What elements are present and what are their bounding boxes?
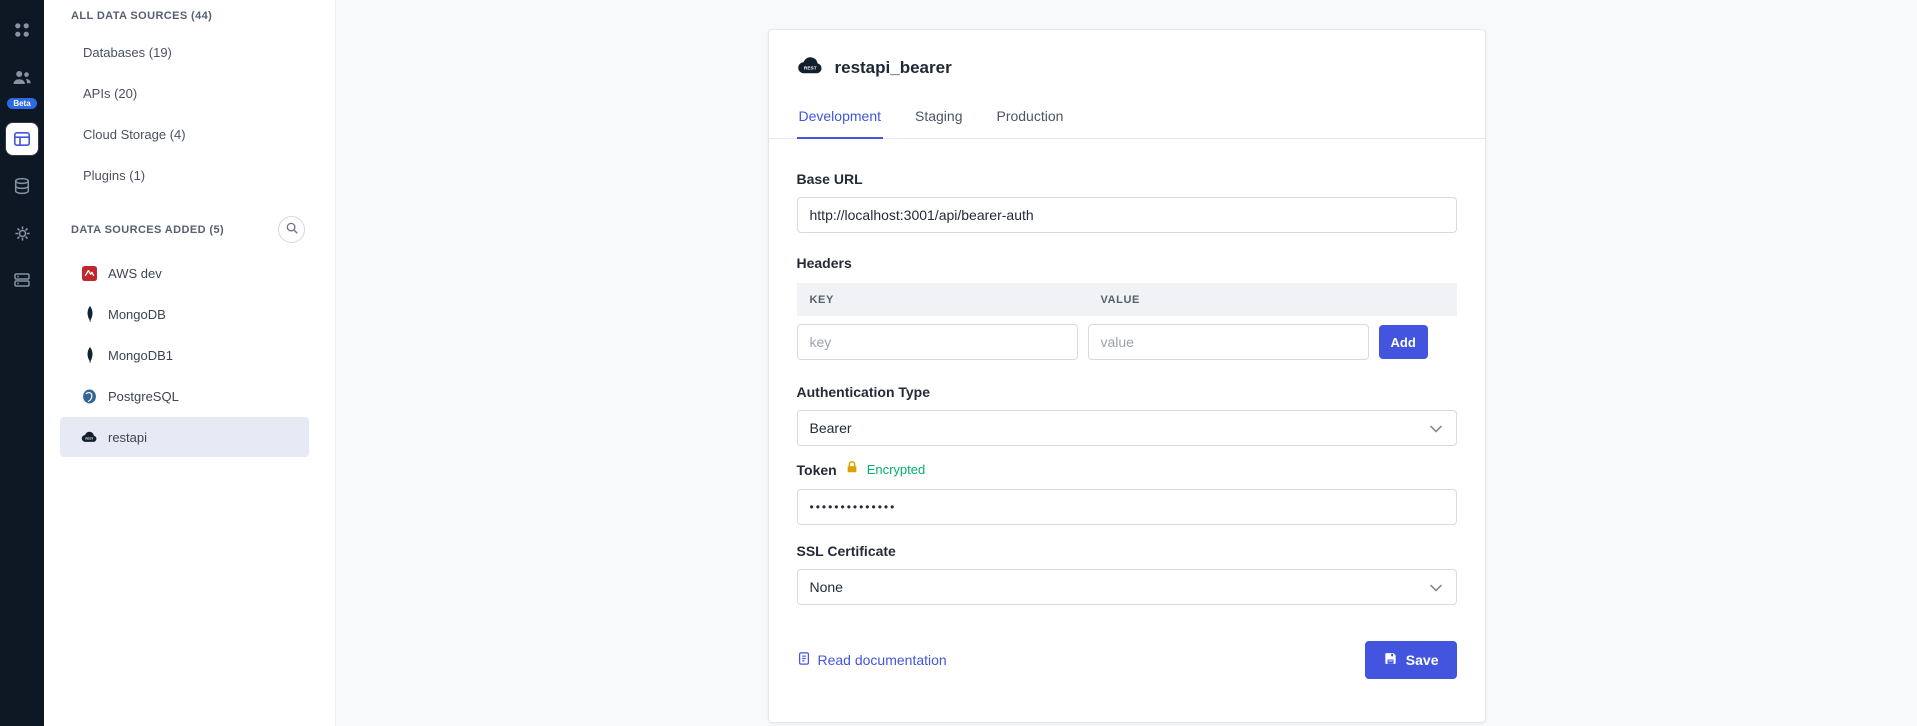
beta-badge: Beta (7, 98, 36, 109)
datasource-title: restapi_bearer (835, 58, 952, 78)
datasource-item-mongodb1[interactable]: MongoDB1 (60, 335, 309, 375)
token-group: Token Encrypted (797, 460, 1457, 525)
restapi-cloud-icon: REST (81, 431, 98, 443)
add-header-button[interactable]: Add (1379, 325, 1428, 359)
sidebar-item-databases[interactable]: Databases (19) (44, 32, 335, 73)
datasource-item-restapi[interactable]: REST restapi (60, 417, 309, 457)
save-button[interactable]: Save (1365, 641, 1457, 679)
headers-table-header: KEY VALUE (797, 283, 1457, 316)
sidebar-item-label: Cloud Storage (4) (83, 127, 186, 142)
auth-type-group: Authentication Type Bearer (797, 384, 1457, 446)
server-stack-icon[interactable] (6, 264, 38, 296)
value-column-header: VALUE (1088, 294, 1140, 306)
datasources-icon[interactable] (6, 123, 38, 155)
encrypted-badge: Encrypted (867, 462, 926, 477)
token-label-row: Token Encrypted (797, 460, 1457, 479)
auth-type-label: Authentication Type (797, 384, 1457, 400)
datasource-item-label: MongoDB1 (108, 348, 173, 363)
restapi-cloud-icon: REST (797, 56, 824, 80)
svg-text:REST: REST (803, 66, 816, 72)
datasource-item-label: PostgreSQL (108, 389, 179, 404)
headers-group: Headers KEY VALUE Add (797, 255, 1457, 360)
auth-type-select[interactable]: Bearer (797, 410, 1457, 446)
save-button-label: Save (1406, 652, 1439, 668)
header-row: Add (797, 324, 1457, 360)
mongodb-leaf-icon (81, 306, 98, 322)
read-documentation-link[interactable]: Read documentation (797, 651, 947, 669)
token-input[interactable] (797, 489, 1457, 525)
section-head-added: DATA SOURCES ADDED (5) (44, 216, 335, 243)
tab-production[interactable]: Production (994, 102, 1065, 139)
datasource-item-aws-dev[interactable]: AWS dev (60, 253, 309, 293)
headers-label: Headers (797, 255, 1457, 271)
chevron-down-icon (1430, 420, 1442, 436)
ssl-selected-value: None (810, 579, 843, 595)
datasource-item-label: restapi (108, 430, 147, 445)
search-datasources-button[interactable] (278, 216, 305, 243)
ssl-certificate-select[interactable]: None (797, 569, 1457, 605)
sidebar-item-label: APIs (20) (83, 86, 137, 101)
lock-icon (845, 460, 859, 479)
app-iconbar: Beta (0, 0, 44, 726)
ssl-certificate-label: SSL Certificate (797, 543, 1457, 559)
header-key-input[interactable] (797, 324, 1078, 360)
database-cylinder-icon[interactable] (6, 170, 38, 202)
datasource-config-card: REST restapi_bearer Development Staging … (768, 29, 1486, 723)
tab-development[interactable]: Development (797, 102, 884, 139)
section-title-data-sources-added: DATA SOURCES ADDED (5) (44, 224, 224, 236)
base-url-input[interactable] (797, 197, 1457, 233)
read-documentation-label: Read documentation (818, 652, 947, 668)
svg-text:REST: REST (85, 437, 93, 441)
app-root: Beta ALL DATA SOURCES (44) Databases (19… (0, 0, 1917, 726)
datasource-item-postgresql[interactable]: PostgreSQL (60, 376, 309, 416)
base-url-group: Base URL (797, 171, 1457, 233)
datasources-sidebar: ALL DATA SOURCES (44) Databases (19) API… (44, 0, 336, 726)
base-url-label: Base URL (797, 171, 1457, 187)
apps-grid-icon[interactable] (6, 14, 38, 46)
sidebar-item-plugins[interactable]: Plugins (1) (44, 155, 335, 196)
sidebar-item-apis[interactable]: APIs (20) (44, 73, 335, 114)
datasource-item-mongodb[interactable]: MongoDB (60, 294, 309, 334)
token-label: Token (797, 462, 837, 478)
main-content: REST restapi_bearer Development Staging … (336, 0, 1917, 726)
auth-type-selected-value: Bearer (810, 420, 852, 436)
search-icon (285, 221, 299, 238)
card-header: REST restapi_bearer (797, 56, 1457, 80)
datasource-item-label: AWS dev (108, 266, 162, 281)
users-icon[interactable] (6, 61, 38, 93)
tab-staging[interactable]: Staging (913, 102, 964, 139)
mongodb-leaf-icon (81, 347, 98, 363)
card-footer: Read documentation Save (797, 641, 1457, 679)
sidebar-item-label: Databases (19) (83, 45, 172, 60)
environment-tabs: Development Staging Production (769, 102, 1485, 139)
chevron-down-icon (1430, 579, 1442, 595)
settings-gear-icon[interactable] (6, 217, 38, 249)
postgresql-icon (81, 389, 98, 404)
aws-icon (81, 266, 98, 281)
sidebar-item-cloud-storage[interactable]: Cloud Storage (4) (44, 114, 335, 155)
ssl-certificate-group: SSL Certificate None (797, 543, 1457, 605)
save-icon (1383, 651, 1398, 669)
doc-icon (797, 651, 811, 669)
section-title-all-data-sources: ALL DATA SOURCES (44) (44, 10, 335, 22)
datasource-item-label: MongoDB (108, 307, 166, 322)
key-column-header: KEY (797, 294, 1088, 306)
header-value-input[interactable] (1088, 324, 1369, 360)
sidebar-item-label: Plugins (1) (83, 168, 145, 183)
